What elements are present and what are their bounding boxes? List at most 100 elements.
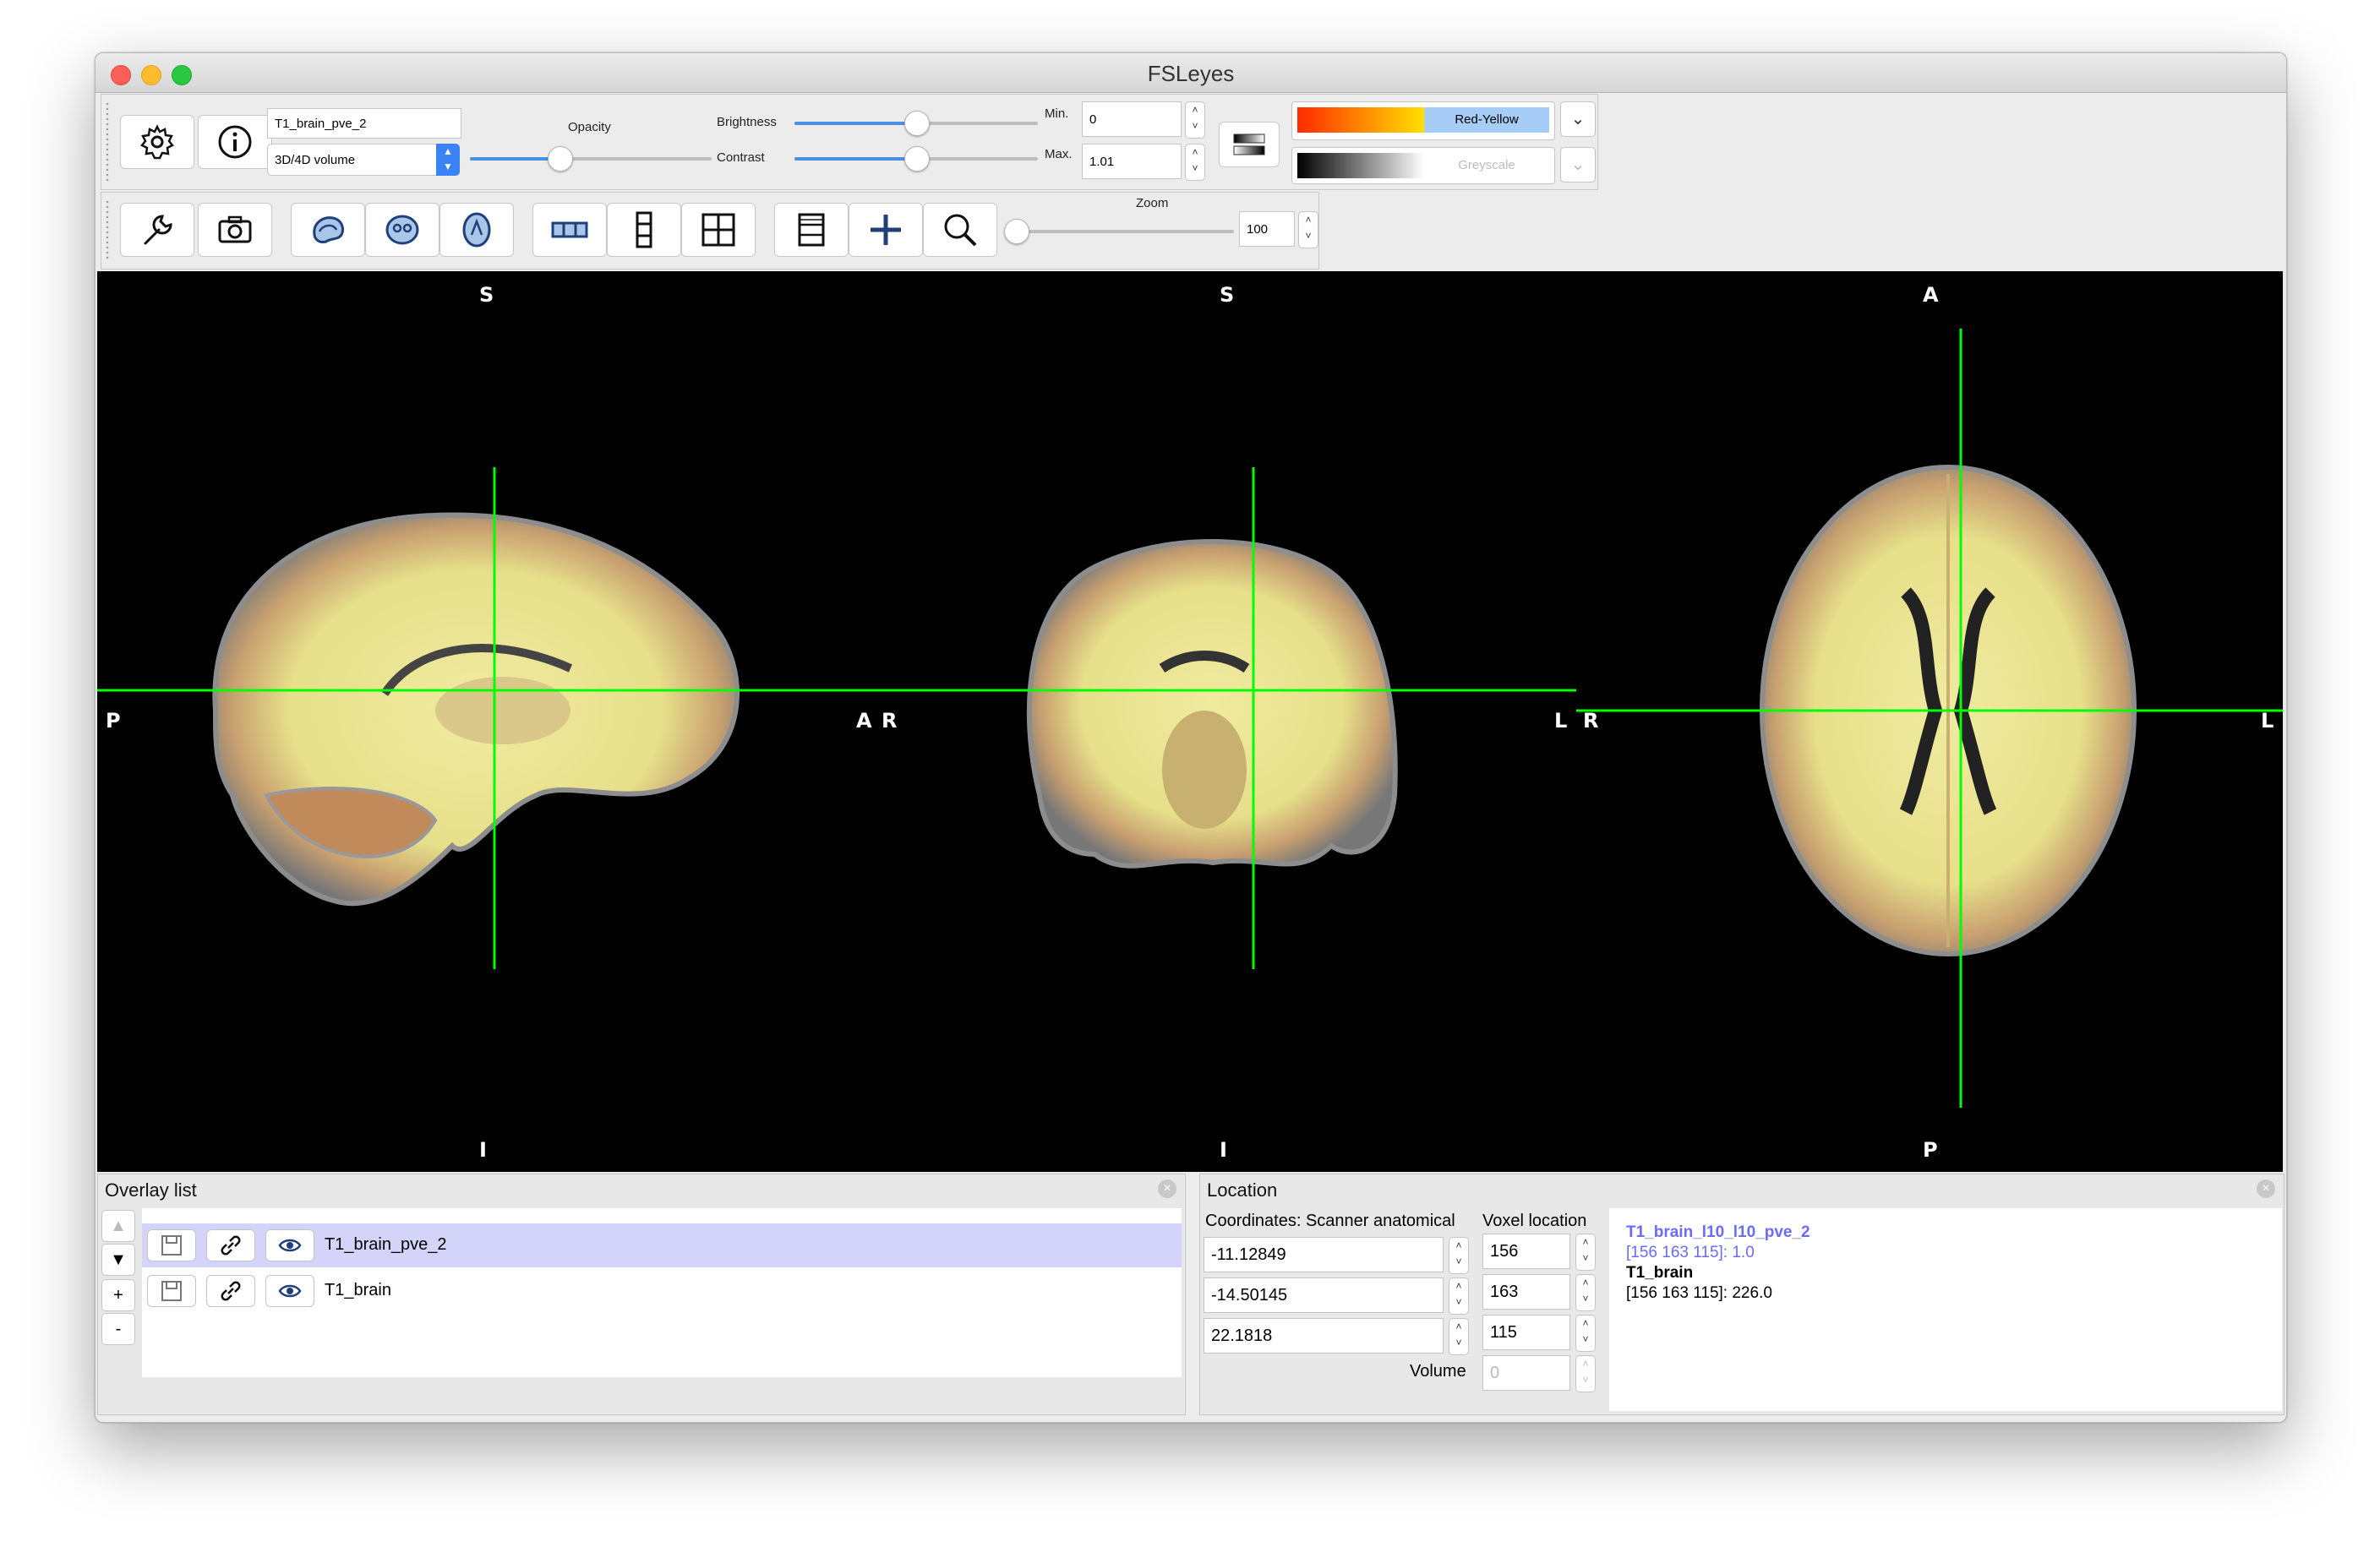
colormap-preview [1297, 107, 1424, 133]
sagittal-icon [313, 216, 345, 243]
horizontal-layout-icon [551, 221, 588, 238]
voxel-z-stepper[interactable]: ˄ ˅ [1575, 1315, 1596, 1352]
coord-y-stepper[interactable]: ˄ ˅ [1449, 1277, 1469, 1315]
fsleyes-window: FSLeyes T1_brain_pve_2 3D/4D volume ▲ ▼ O… [95, 52, 2287, 1423]
overlay-name: T1_brain_pve_2 [325, 1235, 447, 1254]
contrast-slider-knob[interactable] [904, 146, 930, 172]
voxel-y-stepper[interactable]: ˄ ˅ [1575, 1274, 1596, 1311]
overlay-list-panel: Overlay list × ▲ ▼ + - T1_brain_pve_2 T1… [97, 1174, 1186, 1415]
opacity-slider-fill [470, 157, 558, 161]
settings-button[interactable] [120, 115, 194, 169]
info-overlay-name: T1_brain [1626, 1264, 1694, 1282]
coordinates-label: Coordinates: Scanner anatomical [1205, 1212, 1455, 1230]
overlay-display-toolbar: T1_brain_pve_2 3D/4D volume ▲ ▼ Opacity B… [101, 94, 1598, 190]
negative-colormap-select[interactable]: Greyscale [1291, 147, 1555, 184]
list-item[interactable]: T1_brain_pve_2 [142, 1223, 1182, 1267]
reset-zoom-button[interactable] [923, 203, 997, 257]
zoom-value-field[interactable]: 100 [1239, 211, 1295, 247]
view-settings-button[interactable] [120, 203, 194, 257]
invert-colormap-button[interactable] [1219, 122, 1280, 167]
move-overlay-up-button[interactable]: ▲ [101, 1210, 135, 1242]
zoom-icon [944, 214, 977, 247]
save-overlay-button[interactable] [147, 1229, 196, 1261]
coord-z-stepper[interactable]: ˄ ˅ [1449, 1318, 1469, 1355]
vertical-layout-icon [636, 211, 652, 248]
coronal-slice[interactable] [1026, 539, 1398, 869]
min-value-field[interactable]: 0 [1082, 101, 1182, 137]
opacity-label: Opacity [568, 120, 611, 134]
zoom-label: Zoom [1136, 196, 1169, 210]
voxel-x-stepper[interactable]: ˄ ˅ [1575, 1234, 1596, 1271]
link-overlay-button[interactable] [206, 1229, 255, 1261]
grid-layout-button[interactable] [681, 203, 756, 257]
colormap-dropdown-button[interactable]: ⌄ [1560, 101, 1596, 137]
link-overlay-button[interactable] [206, 1275, 255, 1307]
coord-z-field[interactable]: 22.1818 [1204, 1318, 1444, 1354]
move-overlay-down-button[interactable]: ▼ [101, 1244, 135, 1276]
camera-icon [218, 215, 252, 243]
remove-overlay-button[interactable]: - [101, 1313, 135, 1345]
overlay-type-value: 3D/4D volume [275, 152, 356, 167]
zoom-slider[interactable] [1004, 219, 1234, 244]
colormap-select[interactable]: Red-Yellow [1291, 101, 1555, 140]
list-item[interactable]: T1_brain [142, 1269, 1182, 1313]
sagittal-slice[interactable] [212, 512, 740, 907]
contrast-label: Contrast [717, 150, 765, 165]
toggle-visibility-button[interactable] [265, 1275, 314, 1307]
toggle-coronal-button[interactable] [365, 203, 439, 257]
toolbar-grip[interactable] [105, 101, 110, 182]
add-overlay-button[interactable]: + [101, 1279, 135, 1311]
movie-mode-button[interactable] [774, 203, 849, 257]
coord-x-field[interactable]: -11.12849 [1204, 1237, 1444, 1272]
close-location-panel-icon[interactable]: × [2257, 1179, 2275, 1198]
overlay-type-select[interactable]: 3D/4D volume [267, 144, 460, 176]
coord-y-field[interactable]: -14.50145 [1204, 1277, 1444, 1313]
brightness-slider-knob[interactable] [904, 111, 930, 136]
volume-field[interactable]: 0 [1482, 1355, 1570, 1391]
save-overlay-button[interactable] [147, 1275, 196, 1307]
voxel-y-field[interactable]: 163 [1482, 1274, 1570, 1310]
toggle-axial-button[interactable] [439, 203, 514, 257]
voxel-z-field[interactable]: 115 [1482, 1315, 1570, 1350]
ortho-view-canvas[interactable]: S I P A S I R L A P R L [97, 271, 2283, 1172]
overlay-name-field[interactable]: T1_brain_pve_2 [267, 108, 461, 139]
voxel-location-label: Voxel location [1482, 1212, 1587, 1230]
max-value-field[interactable]: 1.01 [1082, 144, 1182, 179]
coronal-bottom-label: I [1220, 1138, 1227, 1162]
axial-icon [462, 212, 491, 248]
vertical-layout-button[interactable] [607, 203, 681, 257]
coord-x-stepper[interactable]: ˄ ˅ [1449, 1237, 1469, 1274]
save-icon [161, 1235, 182, 1256]
min-stepper[interactable]: ˄ ˅ [1185, 101, 1205, 139]
wrench-icon [144, 215, 172, 245]
colormap-name: Red-Yellow [1424, 107, 1549, 133]
link-icon [221, 1235, 241, 1256]
voxel-x-field[interactable]: 156 [1482, 1234, 1570, 1269]
overlay-type-chevron-icon[interactable]: ▲ ▼ [436, 144, 460, 176]
close-overlay-list-icon[interactable]: × [1158, 1179, 1176, 1198]
volume-stepper[interactable]: ˄ ˅ [1575, 1355, 1596, 1392]
toggle-visibility-button[interactable] [265, 1229, 314, 1261]
zoom-stepper[interactable]: ˄ ˅ [1298, 211, 1318, 248]
window-title: FSLeyes [1147, 61, 1235, 86]
horizontal-layout-button[interactable] [532, 203, 607, 257]
max-label: Max. [1045, 147, 1073, 161]
grid-layout-icon [701, 213, 735, 247]
toolbar-grip[interactable] [105, 199, 110, 262]
toggle-cursor-button[interactable] [849, 203, 923, 257]
overlay-list-title: Overlay list [105, 1179, 197, 1201]
brain-images[interactable] [97, 271, 2283, 1172]
opacity-slider[interactable] [470, 146, 712, 172]
screenshot-button[interactable] [198, 203, 272, 257]
opacity-slider-knob[interactable] [548, 146, 573, 172]
save-icon [161, 1281, 182, 1301]
title-bar: FSLeyes [96, 53, 2286, 93]
zoom-slider-knob[interactable] [1004, 219, 1029, 244]
negative-colormap-dropdown-button[interactable]: ⌄ [1560, 147, 1596, 182]
overlay-info-button[interactable] [198, 115, 272, 169]
brightness-slider[interactable] [794, 111, 1038, 136]
location-title: Location [1207, 1179, 1278, 1201]
contrast-slider[interactable] [794, 146, 1038, 172]
max-stepper[interactable]: ˄ ˅ [1185, 144, 1205, 181]
toggle-sagittal-button[interactable] [291, 203, 365, 257]
